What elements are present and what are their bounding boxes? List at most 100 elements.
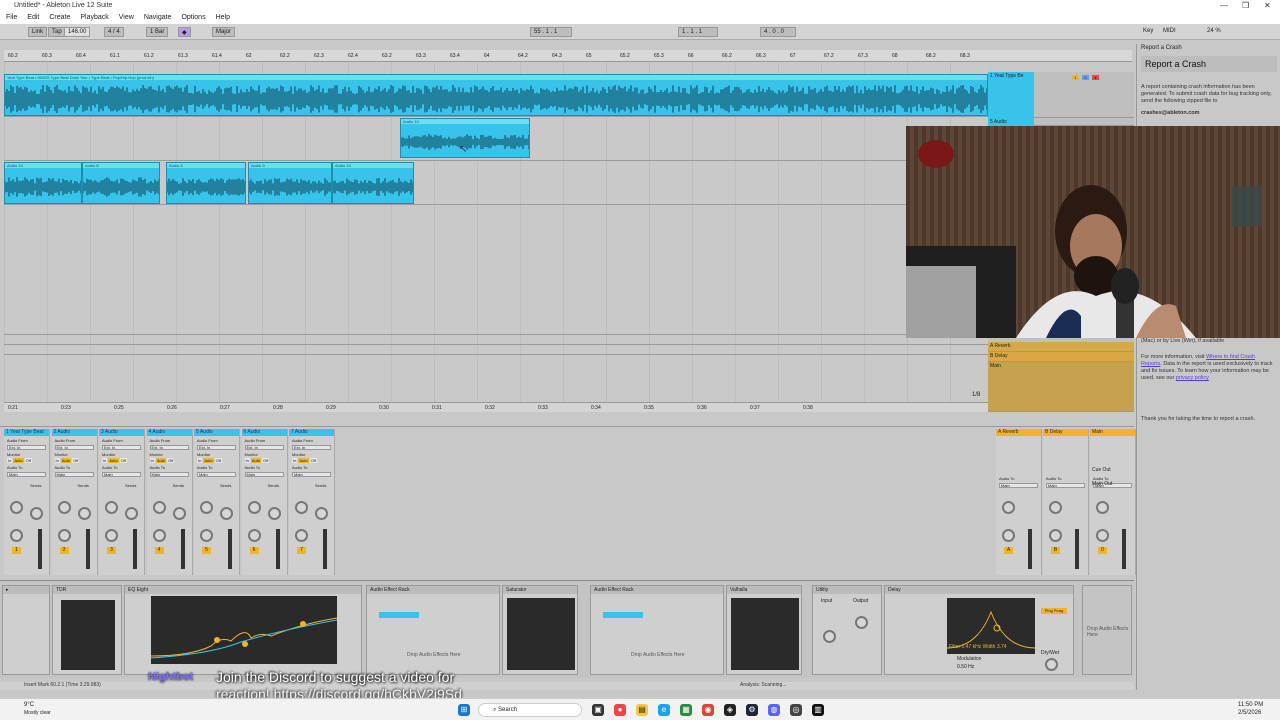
strip-name[interactable]: 4 Audio	[146, 429, 192, 436]
eq-display[interactable]	[150, 596, 338, 664]
main-track-name[interactable]: Main	[988, 362, 1034, 372]
output-select[interactable]: Main	[1046, 483, 1085, 488]
volume-fader[interactable]	[275, 529, 280, 569]
monitor-auto-button[interactable]: Auto	[203, 458, 214, 463]
link-button[interactable]: Link	[28, 27, 48, 37]
return-name[interactable]: A Reverb	[988, 342, 1034, 352]
send-b-knob[interactable]	[30, 507, 43, 520]
key-map-button[interactable]: Key	[1140, 27, 1156, 37]
midi-map-button[interactable]: MIDI	[1160, 27, 1179, 37]
return-strip[interactable]: Main Audio To Main 0	[1090, 429, 1136, 575]
utility-device[interactable]: Utility Input Output	[812, 585, 882, 675]
app-icon[interactable]: ▦	[680, 704, 692, 716]
input-select[interactable]: Ext. In	[102, 445, 141, 450]
monitor-in-button[interactable]: In	[244, 458, 250, 463]
saturator-device[interactable]: Saturator	[502, 585, 578, 675]
monitor-off-button[interactable]: Off	[72, 458, 80, 463]
drop-zone-chain[interactable]: Drop Audio Effects Here	[1082, 585, 1132, 675]
eq-eight-device[interactable]: EQ Eight	[124, 585, 362, 675]
pan-knob[interactable]	[1096, 529, 1109, 542]
send-knob[interactable]	[1096, 501, 1109, 514]
taskbar-search[interactable]: ⌕ Search	[478, 703, 582, 717]
loop-length[interactable]: 4 . 0 . 0	[760, 27, 796, 37]
drop-zone[interactable]: Drop Audio Effects Here	[631, 652, 685, 658]
track-activator[interactable]: 4	[154, 547, 164, 554]
send-knob[interactable]	[1002, 501, 1015, 514]
audio-effect-rack-device[interactable]: Audio Effect Rack Drop Audio Effects Her…	[366, 585, 500, 675]
output-select[interactable]: Main	[7, 472, 46, 477]
mixer-strip[interactable]: 4 Audio Audio From Ext. In Monitor In Auto Off…	[146, 429, 193, 575]
monitor-auto-button[interactable]: Auto	[60, 458, 72, 463]
time-ruler[interactable]: 0:21 0:23 0:25 0:26 0:27 0:28 0:29 0:30 0:31 0:32…	[4, 402, 988, 412]
menu-playback[interactable]: Playback	[80, 14, 108, 22]
mixer-strip[interactable]: 7 Audio Audio From Ext. In Monitor In Auto Off…	[289, 429, 335, 575]
rack-chain[interactable]	[603, 612, 643, 618]
mixer-strip[interactable]: 1 Yeat Type Beat Audio From Ext. In Monitor…	[4, 429, 50, 575]
monitor-off-button[interactable]: Off	[24, 458, 32, 463]
send-a-knob[interactable]	[105, 501, 118, 514]
task-view-icon[interactable]: ▣	[592, 704, 604, 716]
send-b-knob[interactable]	[220, 507, 233, 520]
windows-start-icon[interactable]: ⊞	[458, 704, 470, 716]
loop-start[interactable]: 1 . 1 . 1	[678, 27, 718, 37]
track-activator[interactable]: 5	[202, 547, 211, 554]
monitor-off-button[interactable]: Off	[262, 458, 270, 463]
discord-icon[interactable]: ◍	[768, 704, 780, 716]
track-activator[interactable]: 2	[59, 547, 69, 554]
pan-knob[interactable]	[152, 529, 166, 542]
edge-icon[interactable]: e	[658, 704, 670, 716]
volume-fader[interactable]	[38, 529, 42, 569]
return-strip[interactable]: A Reverb Audio To Main A	[996, 429, 1042, 575]
menu-help[interactable]: Help	[216, 14, 230, 22]
arrangement-position[interactable]: 55 . 1 . 1	[530, 27, 572, 37]
strip-name[interactable]: 3 Audio	[99, 429, 144, 436]
track-activator[interactable]: B	[1051, 547, 1060, 554]
input-select[interactable]: Ext. In	[54, 445, 94, 450]
send-a-knob[interactable]	[200, 501, 213, 514]
track-number-button[interactable]: 1	[1072, 75, 1079, 80]
audio-effect-rack-device[interactable]: Audio Effect Rack Drop Audio Effects Her…	[590, 585, 724, 675]
main-header[interactable]: Main	[988, 362, 1134, 412]
monitor-in-button[interactable]: In	[54, 458, 60, 463]
return-strip[interactable]: B Delay Audio To Main B	[1043, 429, 1089, 575]
delay-device[interactable]: Delay Filter 1.47 kHz Width 3.74 Modulat…	[884, 585, 1074, 675]
menu-options[interactable]: Options	[181, 14, 205, 22]
track-activator[interactable]: A	[1004, 547, 1013, 554]
privacy-policy-link[interactable]: privacy policy	[1176, 375, 1209, 381]
mixer-strip[interactable]: 6 Audio Audio From Ext. In Monitor In Auto Off…	[241, 429, 288, 575]
monitor-off-button[interactable]: Off	[167, 458, 175, 463]
tempo-field[interactable]: 146.00	[64, 27, 91, 37]
steam-icon[interactable]: ⚙	[746, 704, 758, 716]
signature-field[interactable]: 4 / 4	[104, 27, 124, 37]
strip-name[interactable]: 6 Audio	[241, 429, 287, 436]
volume-fader[interactable]	[1122, 529, 1126, 569]
send-a-knob[interactable]	[10, 501, 23, 514]
arrangement-view[interactable]: Yeat Type Beat • HMGS Type Beat Dusk Tou…	[4, 62, 988, 412]
drop-zone[interactable]: Drop Audio Effects Here	[1087, 626, 1129, 638]
output-select[interactable]: Main	[244, 472, 284, 477]
ableton-icon[interactable]: ▥	[812, 704, 824, 716]
app-icon[interactable]: ◈	[724, 704, 736, 716]
monitor-auto-button[interactable]: Auto	[13, 458, 24, 463]
track-name[interactable]: 1 Yeat Type Be	[988, 72, 1034, 118]
monitor-auto-button[interactable]: Auto	[155, 458, 167, 463]
return-name[interactable]: B Delay	[1043, 429, 1088, 436]
menu-create[interactable]: Create	[49, 14, 70, 22]
monitor-in-button[interactable]: In	[149, 458, 155, 463]
maximize-icon[interactable]: ❐	[1242, 1, 1249, 10]
key-select[interactable]: Major	[212, 27, 236, 37]
send-b-knob[interactable]	[125, 507, 138, 520]
send-b-knob[interactable]	[315, 507, 328, 520]
send-a-knob[interactable]	[152, 501, 166, 514]
input-select[interactable]: Ext. In	[292, 445, 331, 450]
track-activator[interactable]: 0	[1098, 547, 1107, 554]
monitor-in-button[interactable]: In	[102, 458, 108, 463]
monitor-in-button[interactable]: In	[197, 458, 203, 463]
pan-knob[interactable]	[200, 529, 213, 542]
audio-clip[interactable]: Audio 8	[82, 162, 160, 204]
app-icon[interactable]: ●	[614, 704, 626, 716]
return-name[interactable]: Main	[1090, 429, 1135, 436]
track-name[interactable]: 5 Audio	[988, 118, 1034, 126]
output-select[interactable]: Main	[54, 472, 94, 477]
width-knob[interactable]	[823, 630, 836, 643]
